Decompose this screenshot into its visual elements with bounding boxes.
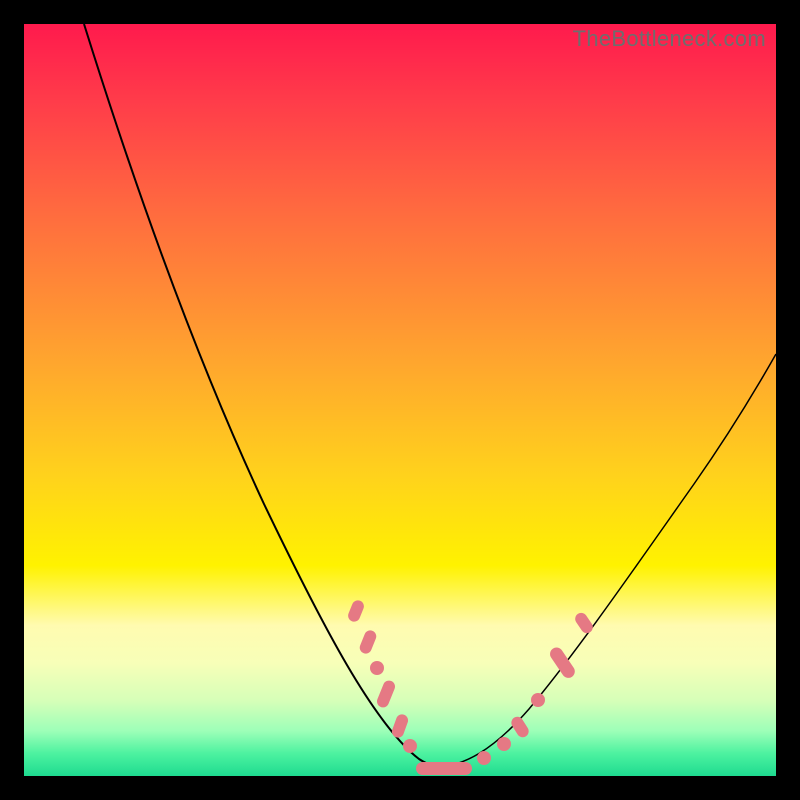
curve-marker	[548, 645, 578, 680]
curve-marker	[346, 599, 365, 624]
curve-marker	[390, 713, 409, 740]
curve-right	[429, 354, 776, 768]
curve-marker	[370, 661, 384, 675]
watermark-text: TheBottleneck.com	[573, 26, 766, 52]
curve-marker	[375, 679, 397, 709]
curve-marker	[477, 751, 491, 765]
curve-marker	[573, 611, 595, 636]
curve-marker	[358, 629, 378, 656]
chart-frame: TheBottleneck.com	[24, 24, 776, 776]
curve-marker	[403, 739, 417, 753]
chart-plot	[24, 24, 776, 776]
curve-marker	[531, 693, 545, 707]
curve-marker	[416, 762, 472, 775]
curve-marker	[497, 737, 511, 751]
curve-left	[84, 24, 469, 770]
